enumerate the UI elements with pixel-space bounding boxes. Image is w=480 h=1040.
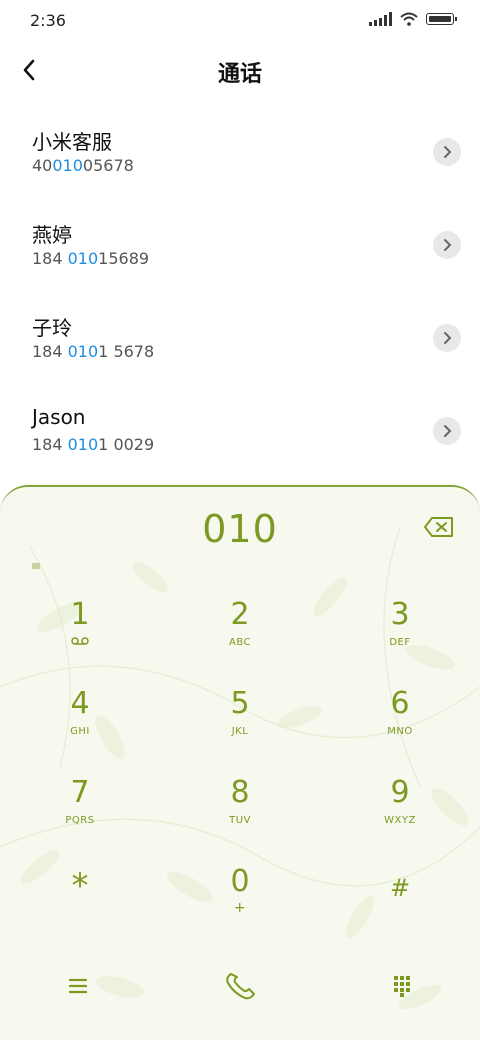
key-4[interactable]: 4 GHI bbox=[20, 676, 140, 746]
contact-name: 燕婷 bbox=[32, 223, 72, 247]
contact-row[interactable]: 小米客服 4001005678 bbox=[0, 108, 480, 201]
key-digit: # bbox=[389, 874, 411, 902]
key-letters: TUV bbox=[229, 815, 251, 826]
status-bar: 2:36 bbox=[0, 0, 480, 40]
backspace-button[interactable] bbox=[424, 517, 454, 537]
phone-icon bbox=[226, 973, 255, 1000]
key-letters: ABC bbox=[228, 637, 251, 648]
key-letters: GHI bbox=[70, 726, 90, 737]
contact-detail-button[interactable] bbox=[433, 417, 461, 445]
number-match: 010 bbox=[67, 342, 99, 361]
number-suffix: 1 0029 bbox=[98, 435, 155, 454]
menu-button[interactable] bbox=[58, 969, 98, 1003]
number-match: 010 bbox=[52, 156, 83, 175]
key-6[interactable]: 6 MNO bbox=[340, 676, 460, 746]
chevron-right-icon bbox=[444, 425, 452, 437]
key-digit: 1 bbox=[70, 597, 90, 632]
contact-row[interactable]: 燕婷 184 01015689 bbox=[0, 201, 480, 294]
key-digit: 5 bbox=[230, 686, 250, 721]
key-8[interactable]: 8 TUV bbox=[180, 765, 300, 835]
key-letters: WXYZ bbox=[384, 815, 416, 826]
key-digit: 4 bbox=[70, 686, 90, 721]
number-suffix: 1 5678 bbox=[98, 342, 155, 361]
contact-row[interactable]: 子玲 184 0101 5678 bbox=[0, 294, 480, 387]
key-star[interactable]: * bbox=[20, 854, 140, 924]
header: 通话 bbox=[0, 48, 480, 92]
contact-number: 184 01015689 bbox=[32, 249, 149, 268]
contact-row[interactable]: Jason 184 0101 0029 bbox=[0, 387, 480, 480]
contact-detail-button[interactable] bbox=[433, 231, 461, 259]
contact-number: 4001005678 bbox=[32, 156, 134, 175]
voicemail-icon bbox=[71, 637, 89, 645]
contact-number: 184 0101 0029 bbox=[32, 435, 154, 454]
key-7[interactable]: 7 PQRS bbox=[20, 765, 140, 835]
signal-icon bbox=[369, 12, 392, 26]
status-time: 2:36 bbox=[30, 11, 66, 30]
number-prefix: 40 bbox=[32, 156, 53, 175]
number-prefix: 184 bbox=[32, 435, 68, 454]
key-digit: 8 bbox=[230, 775, 250, 810]
dialer-panel: 010 1 2 ABC 3 DEF 4 GHI 5 JKL 6 MNO 7 PQ… bbox=[0, 485, 480, 1040]
key-digit: 2 bbox=[230, 597, 250, 632]
dialer-bottom-bar bbox=[0, 957, 480, 1017]
contact-detail-button[interactable] bbox=[433, 324, 461, 352]
key-digit: 7 bbox=[70, 775, 90, 810]
contact-name: Jason bbox=[32, 405, 86, 429]
key-digit: 0 bbox=[230, 864, 250, 899]
key-letters: DEF bbox=[389, 637, 411, 648]
key-letters: JKL bbox=[231, 726, 249, 737]
call-button[interactable] bbox=[220, 969, 260, 1003]
number-prefix: 184 bbox=[32, 342, 68, 361]
number-match: 010 bbox=[67, 435, 99, 454]
key-1[interactable]: 1 bbox=[20, 587, 140, 657]
key-digit: 6 bbox=[390, 686, 410, 721]
key-hash[interactable]: # bbox=[340, 854, 460, 924]
number-prefix: 184 bbox=[32, 249, 68, 268]
page-title: 通话 bbox=[217, 62, 262, 87]
menu-icon bbox=[68, 978, 88, 994]
key-letters: MNO bbox=[387, 726, 413, 737]
key-0[interactable]: 0 + bbox=[180, 854, 300, 924]
status-icons bbox=[369, 12, 457, 26]
key-digit: * bbox=[71, 866, 89, 906]
contact-list: 小米客服 4001005678 燕婷 184 01015689 子玲 184 0… bbox=[0, 108, 480, 480]
indicator-mark bbox=[32, 563, 40, 569]
number-match: 010 bbox=[67, 249, 99, 268]
contact-detail-button[interactable] bbox=[433, 138, 461, 166]
key-2[interactable]: 2 ABC bbox=[180, 587, 300, 657]
contact-name: 小米客服 bbox=[32, 130, 112, 154]
battery-icon bbox=[426, 13, 457, 25]
wifi-icon bbox=[400, 12, 418, 26]
dial-number-display: 010 bbox=[202, 507, 278, 551]
key-9[interactable]: 9 WXYZ bbox=[340, 765, 460, 835]
contact-number: 184 0101 5678 bbox=[32, 342, 154, 361]
number-suffix: 05678 bbox=[82, 156, 134, 175]
key-letters: PQRS bbox=[65, 815, 95, 826]
chevron-right-icon bbox=[444, 146, 452, 158]
key-letters: + bbox=[233, 900, 247, 916]
key-digit: 3 bbox=[390, 597, 410, 632]
key-5[interactable]: 5 JKL bbox=[180, 676, 300, 746]
keypad-toggle-button[interactable] bbox=[382, 969, 422, 1003]
number-suffix: 15689 bbox=[98, 249, 150, 268]
key-3[interactable]: 3 DEF bbox=[340, 587, 460, 657]
chevron-right-icon bbox=[444, 239, 452, 251]
key-digit: 9 bbox=[390, 775, 410, 810]
chevron-right-icon bbox=[444, 332, 452, 344]
contact-name: 子玲 bbox=[32, 316, 72, 340]
dialpad-icon bbox=[394, 976, 410, 997]
